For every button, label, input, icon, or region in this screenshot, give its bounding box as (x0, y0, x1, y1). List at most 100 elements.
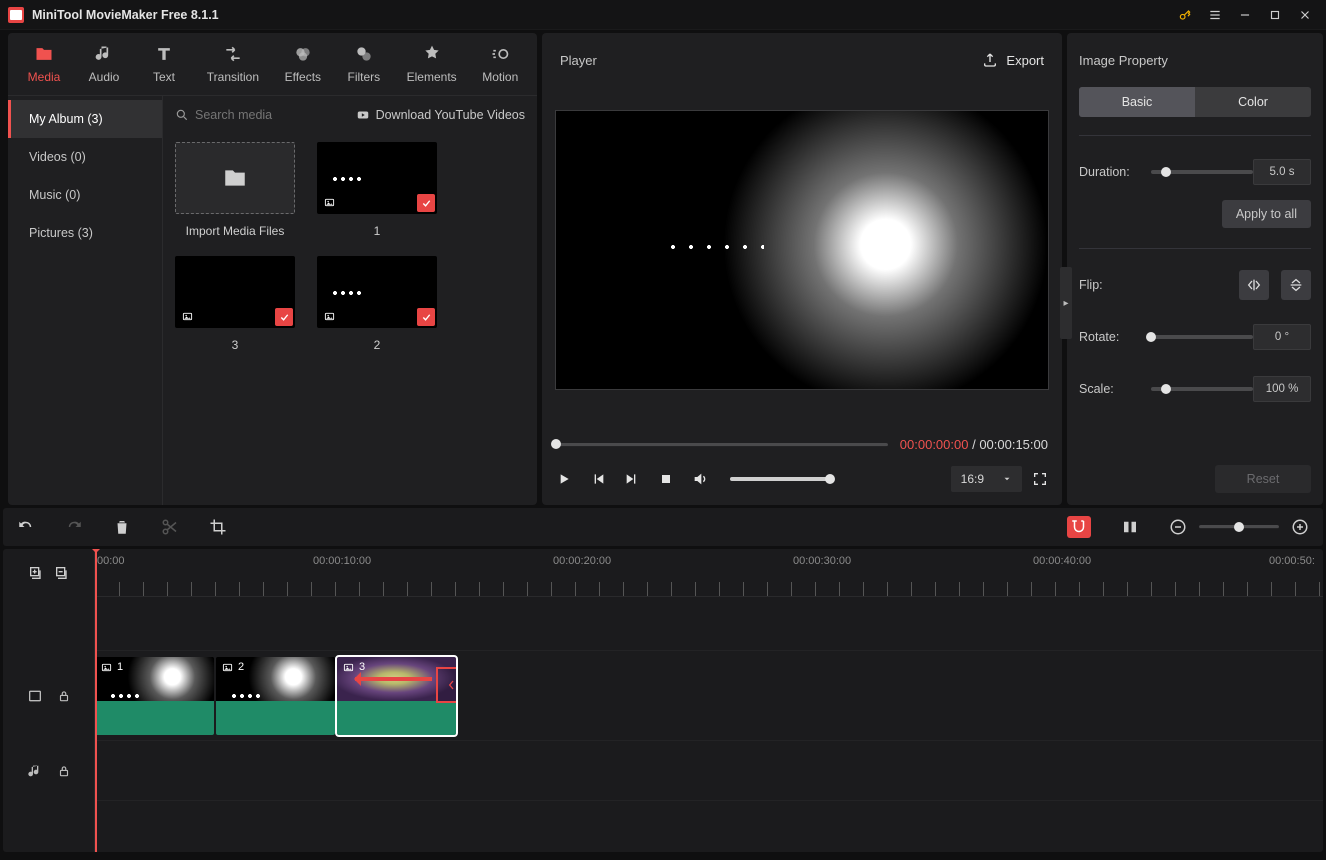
zoom-out-button[interactable] (1169, 518, 1187, 536)
film-icon (27, 688, 43, 704)
timeline: 00:00 00:00:10:00 00:00:20:00 00:00:30:0… (3, 549, 1323, 852)
duration-label: Duration: (1079, 165, 1151, 179)
apply-to-all-button[interactable]: Apply to all (1222, 200, 1311, 228)
search-icon (175, 108, 189, 122)
tab-media[interactable]: Media (14, 33, 74, 95)
import-media-tile[interactable]: Import Media Files (175, 142, 295, 238)
tab-filters[interactable]: Filters (334, 33, 394, 95)
player-title: Player (560, 53, 597, 68)
check-icon (275, 308, 293, 326)
library-tabs: Media Audio Text Transition Effects Filt… (8, 33, 537, 96)
delete-button[interactable] (113, 518, 131, 536)
timeline-clip[interactable]: 2 (216, 657, 335, 735)
tab-elements[interactable]: Elements (394, 33, 470, 95)
titlebar: MiniTool MovieMaker Free 8.1.1 (0, 0, 1326, 30)
media-item[interactable]: 3 (175, 256, 295, 352)
preview-viewport[interactable] (555, 110, 1049, 390)
redo-button[interactable] (65, 518, 83, 536)
scale-value[interactable]: 100 % (1253, 376, 1311, 402)
snap-toggle[interactable] (1067, 516, 1091, 538)
seek-slider[interactable] (556, 443, 888, 447)
properties-title: Image Property (1079, 33, 1311, 87)
audio-track[interactable] (95, 741, 1323, 801)
trim-arrow-annotation (355, 677, 432, 681)
volume-button[interactable] (692, 471, 708, 487)
text-track[interactable] (95, 597, 1323, 651)
tab-audio[interactable]: Audio (74, 33, 134, 95)
volume-slider[interactable] (730, 477, 830, 481)
flip-horizontal-button[interactable] (1239, 270, 1269, 300)
tab-transition[interactable]: Transition (194, 33, 272, 95)
tab-text[interactable]: Text (134, 33, 194, 95)
window-title: MiniTool MovieMaker Free 8.1.1 (32, 8, 219, 22)
crop-button[interactable] (209, 518, 227, 536)
stop-button[interactable] (658, 471, 674, 487)
sidebar-item-album[interactable]: My Album (3) (8, 100, 162, 138)
properties-panel: ▸ Image Property Basic Color Duration: 5… (1067, 33, 1323, 505)
duration-value[interactable]: 5.0 s (1253, 159, 1311, 185)
rotate-value[interactable]: 0 ° (1253, 324, 1311, 350)
undo-button[interactable] (17, 518, 35, 536)
download-icon (356, 108, 370, 122)
aspect-ratio-select[interactable]: 16:9 (951, 466, 1022, 492)
export-button[interactable]: Export (982, 52, 1044, 68)
image-type-icon (179, 308, 195, 324)
props-tab-color[interactable]: Color (1195, 87, 1311, 117)
timeline-clip[interactable]: 1 (95, 657, 214, 735)
timeline-clip[interactable]: 3 (337, 657, 456, 735)
folder-icon (222, 165, 248, 191)
flip-vertical-button[interactable] (1281, 270, 1311, 300)
text-track-head (3, 597, 94, 651)
minimize-button[interactable] (1230, 0, 1260, 30)
scale-slider[interactable] (1151, 387, 1253, 391)
tab-motion[interactable]: Motion (469, 33, 531, 95)
video-track-head (3, 651, 94, 741)
timeline-toolbar (3, 508, 1323, 546)
tab-effects[interactable]: Effects (272, 33, 334, 95)
upgrade-key-icon[interactable] (1170, 0, 1200, 30)
music-icon (27, 763, 43, 779)
play-button[interactable] (556, 471, 572, 487)
props-tab-basic[interactable]: Basic (1079, 87, 1195, 117)
library-sidebar: My Album (3) Videos (0) Music (0) Pictur… (8, 96, 163, 505)
add-track-button[interactable] (28, 565, 44, 581)
zoom-in-button[interactable] (1291, 518, 1309, 536)
menu-icon[interactable] (1200, 0, 1230, 30)
sidebar-item-pictures[interactable]: Pictures (3) (8, 214, 162, 252)
reset-button[interactable]: Reset (1215, 465, 1311, 493)
next-frame-button[interactable] (624, 471, 640, 487)
library-panel: Media Audio Text Transition Effects Filt… (8, 33, 537, 505)
flip-label: Flip: (1079, 278, 1151, 292)
search-input[interactable] (175, 108, 348, 122)
timeline-ruler[interactable]: 00:00 00:00:10:00 00:00:20:00 00:00:30:0… (95, 549, 1323, 597)
maximize-button[interactable] (1260, 0, 1290, 30)
fullscreen-button[interactable] (1032, 471, 1048, 487)
sidebar-item-videos[interactable]: Videos (0) (8, 138, 162, 176)
props-tab-group: Basic Color (1079, 87, 1311, 117)
player-panel: Player Export 00:00:00:00 / 00:00:15:00 (542, 33, 1062, 505)
sidebar-item-music[interactable]: Music (0) (8, 176, 162, 214)
playhead[interactable] (95, 549, 97, 852)
split-button[interactable] (161, 518, 179, 536)
collapse-panel-handle[interactable]: ▸ (1060, 267, 1072, 339)
duration-slider[interactable] (1151, 170, 1253, 174)
zoom-slider[interactable] (1199, 525, 1279, 529)
track-view-toggle[interactable] (1121, 518, 1139, 536)
rotate-label: Rotate: (1079, 330, 1151, 344)
check-icon (417, 308, 435, 326)
media-grid: Import Media Files 1 (163, 134, 537, 360)
video-track[interactable]: 123 (95, 651, 1323, 741)
remove-track-button[interactable] (54, 565, 70, 581)
rotate-slider[interactable] (1151, 335, 1253, 339)
download-youtube-link[interactable]: Download YouTube Videos (356, 108, 525, 122)
close-button[interactable] (1290, 0, 1320, 30)
prev-frame-button[interactable] (590, 471, 606, 487)
clip-trim-handle[interactable] (436, 667, 456, 703)
audio-track-head (3, 741, 94, 801)
media-item[interactable]: 1 (317, 142, 437, 238)
lock-icon[interactable] (57, 764, 71, 778)
check-icon (417, 194, 435, 212)
image-type-icon (321, 308, 337, 324)
media-item[interactable]: 2 (317, 256, 437, 352)
lock-icon[interactable] (57, 689, 71, 703)
